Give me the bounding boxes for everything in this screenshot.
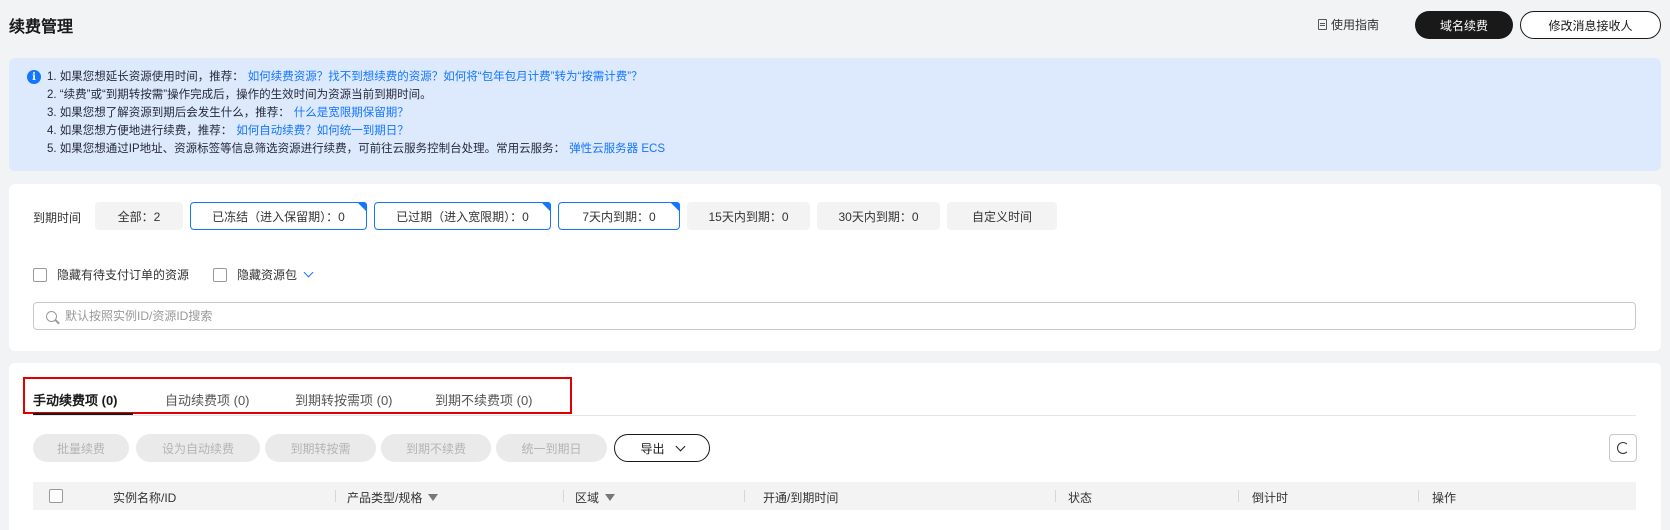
search-box <box>33 302 1636 330</box>
modify-receiver-button[interactable]: 修改消息接收人 <box>1520 11 1661 39</box>
export-label: 导出 <box>640 441 665 456</box>
chip-7-days[interactable]: 7天内到期：0 <box>558 202 680 230</box>
tab-manual-renew[interactable]: 手动续费项 (0) <box>33 390 118 409</box>
notice-lines: 1. 如果您想延长资源使用时间，推荐： 如何续费资源？找不到想续费的资源？如何将“… <box>47 69 665 159</box>
col-instance-name: 实例名称/ID <box>113 491 177 505</box>
filter-icon[interactable] <box>428 494 439 501</box>
col-status: 状态 <box>1068 491 1093 505</box>
guide-link-label: 使用指南 <box>1331 18 1380 32</box>
select-all-checkbox[interactable] <box>49 489 63 503</box>
col-product-type-label: 产品类型/规格 <box>347 491 423 505</box>
renewal-list-panel: 手动续费项 (0) 自动续费项 (0) 到期转按需项 (0) 到期不续费项 (0… <box>9 363 1661 530</box>
hide-package-label: 隐藏资源包 <box>237 268 298 282</box>
tab-auto-renew[interactable]: 自动续费项 (0) <box>165 390 250 409</box>
column-separator <box>1238 490 1239 502</box>
notice-text: 1. 如果您想延长资源使用时间，推荐： <box>47 71 244 83</box>
info-notice: i 1. 如果您想延长资源使用时间，推荐： 如何续费资源？找不到想续费的资源？如何… <box>9 58 1661 171</box>
notice-link-ecs[interactable]: 弹性云服务器 ECS <box>569 143 665 155</box>
notice-line: 2. “续费”或“到期转按需”操作完成后，操作的生效时间为资源当前到期时间。 <box>47 87 665 105</box>
tabs-divider <box>33 415 1636 416</box>
batch-renew-button[interactable]: 批量续费 <box>33 434 129 462</box>
chip-expired[interactable]: 已过期（进入宽限期）：0 <box>374 202 551 230</box>
chip-15-days[interactable]: 15天内到期：0 <box>687 202 810 230</box>
column-separator <box>563 490 564 502</box>
notice-line: 5. 如果您想通过IP地址、资源标签等信息筛选资源进行续费，可前往云服务控制台处… <box>47 141 665 159</box>
chevron-down-icon <box>675 441 685 451</box>
column-separator <box>744 490 745 502</box>
notice-link-grace-period[interactable]: 什么是宽限期保留期？ <box>294 107 409 119</box>
table-header: 实例名称/ID 产品类型/规格 区域 开通/到期时间 状态 倒计时 操作 <box>33 482 1636 510</box>
col-region-label: 区域 <box>575 491 600 505</box>
col-open-expire-time: 开通/到期时间 <box>763 491 839 505</box>
guide-link[interactable]: 使用指南 <box>1318 16 1379 33</box>
notice-link-auto-renew[interactable]: 如何自动续费？如何统一到期日？ <box>236 125 409 137</box>
notice-text: 3. 如果您想了解资源到期后会发生什么，推荐： <box>47 107 290 119</box>
page-title: 续费管理 <box>9 19 74 36</box>
notice-link-renew-help[interactable]: 如何续费资源？找不到想续费的资源？如何将“包年包月计费”转为“按需计费”？ <box>248 71 643 83</box>
chip-30-days[interactable]: 30天内到期：0 <box>817 202 940 230</box>
expire-time-label: 到期时间 <box>33 211 82 225</box>
chip-all[interactable]: 全部：2 <box>95 202 183 230</box>
notice-text: 2. “续费”或“到期转按需”操作完成后，操作的生效时间为资源当前到期时间。 <box>47 89 432 101</box>
refresh-button[interactable] <box>1609 434 1637 462</box>
filter-icon[interactable] <box>605 494 616 501</box>
column-separator <box>335 490 336 502</box>
col-product-type[interactable]: 产品类型/规格 <box>347 489 439 506</box>
notice-text: 4. 如果您想方便地进行续费，推荐： <box>47 125 233 137</box>
tab-to-on-demand[interactable]: 到期转按需项 (0) <box>295 390 393 409</box>
column-separator <box>1418 490 1419 502</box>
tab-no-renew[interactable]: 到期不续费项 (0) <box>435 390 533 409</box>
hide-pending-label: 隐藏有待支付订单的资源 <box>57 268 190 282</box>
unify-date-button[interactable]: 统一到期日 <box>496 434 607 462</box>
export-button[interactable]: 导出 <box>614 434 710 462</box>
refresh-icon <box>1617 442 1629 454</box>
search-icon <box>46 310 57 322</box>
no-renew-button[interactable]: 到期不续费 <box>381 434 491 462</box>
hide-package-checkbox[interactable] <box>213 267 228 282</box>
domain-renew-button[interactable]: 域名续费 <box>1415 11 1513 39</box>
col-operation: 操作 <box>1432 491 1457 505</box>
document-icon <box>1318 19 1327 30</box>
chevron-down-icon[interactable] <box>303 267 314 278</box>
notice-line: 3. 如果您想了解资源到期后会发生什么，推荐： 什么是宽限期保留期？ <box>47 105 665 123</box>
chip-frozen[interactable]: 已冻结（进入保留期）：0 <box>190 202 367 230</box>
chip-custom-time[interactable]: 自定义时间 <box>947 202 1057 230</box>
notice-text: 5. 如果您想通过IP地址、资源标签等信息筛选资源进行续费，可前往云服务控制台处… <box>47 143 566 155</box>
column-separator <box>1055 490 1056 502</box>
set-auto-renew-button[interactable]: 设为自动续费 <box>136 434 260 462</box>
filter-panel: 到期时间 全部：2 已冻结（进入保留期）：0 已过期（进入宽限期）：0 7天内到… <box>9 184 1661 351</box>
notice-line: 1. 如果您想延长资源使用时间，推荐： 如何续费资源？找不到想续费的资源？如何将“… <box>47 69 665 87</box>
to-on-demand-button[interactable]: 到期转按需 <box>265 434 376 462</box>
notice-line: 4. 如果您想方便地进行续费，推荐： 如何自动续费？如何统一到期日？ <box>47 123 665 141</box>
col-region[interactable]: 区域 <box>575 489 616 506</box>
hide-options-row: 隐藏有待支付订单的资源 隐藏资源包 <box>33 266 314 283</box>
hide-pending-checkbox[interactable] <box>33 267 47 282</box>
col-countdown: 倒计时 <box>1252 491 1289 505</box>
info-icon: i <box>27 70 41 84</box>
page-header: 续费管理 使用指南 域名续费 修改消息接收人 <box>0 0 1670 48</box>
search-input[interactable] <box>65 309 1565 323</box>
